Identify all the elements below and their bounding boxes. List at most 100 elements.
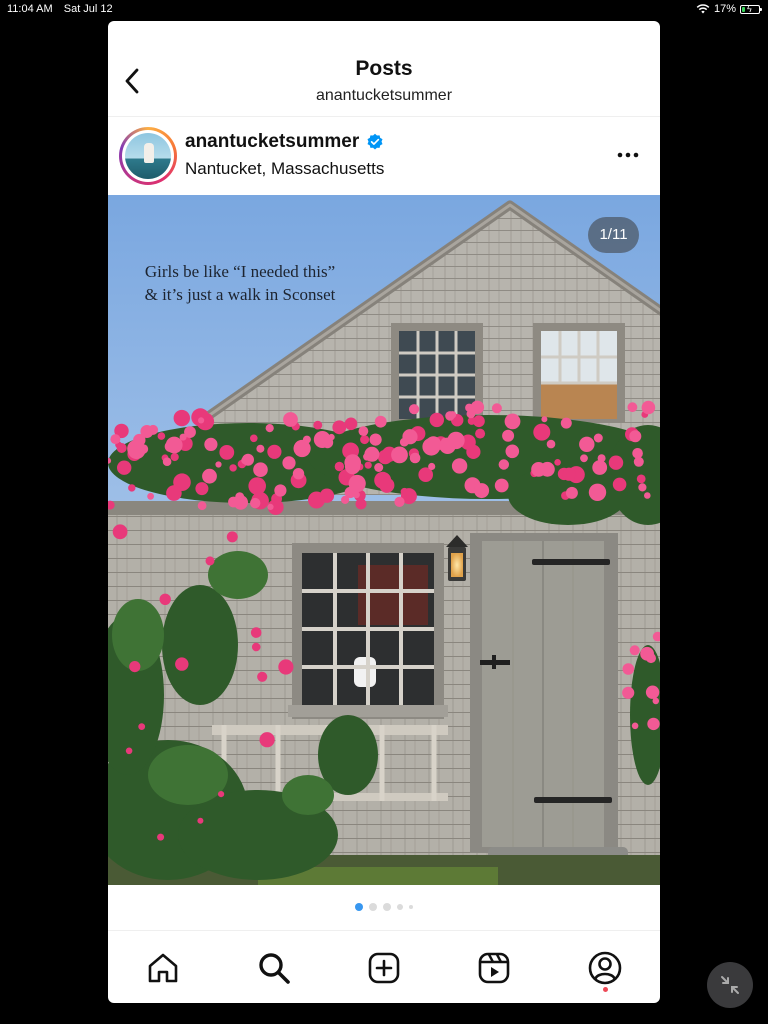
- rose-blossom: [251, 642, 261, 652]
- post-image[interactable]: Girls be like “I needed this” & it’s jus…: [108, 195, 660, 885]
- post-location[interactable]: Nantucket, Massachusetts: [185, 159, 384, 179]
- rose-blossom: [184, 426, 196, 438]
- tab-reels[interactable]: [474, 948, 514, 988]
- rose-blossom: [612, 477, 627, 492]
- rose-blossom: [562, 467, 576, 481]
- rose-blossom: [112, 524, 128, 540]
- nav-header: Posts anantucketsummer: [108, 21, 660, 117]
- rose-blossom: [170, 452, 179, 462]
- cottage-photo: Girls be like “I needed this” & it’s jus…: [108, 195, 660, 885]
- rose-blossom: [197, 501, 207, 511]
- rose-blossom: [588, 483, 607, 501]
- rose-blossom: [638, 483, 647, 492]
- rose-blossom: [228, 496, 239, 508]
- rose-blossom: [191, 408, 210, 427]
- caption-line-2: & it’s just a walk in Sconset: [145, 285, 336, 304]
- rose-blossom: [195, 482, 209, 496]
- tab-profile[interactable]: [585, 948, 625, 992]
- carousel-counter: 1/11: [588, 217, 639, 253]
- notification-dot: [602, 986, 608, 992]
- rose-blossom: [257, 671, 268, 682]
- rose-blossom: [593, 433, 603, 443]
- rose-blossom: [504, 413, 521, 430]
- rose-blossom: [629, 645, 640, 656]
- post-header: anantucketsummer Nantucket, Massachusett…: [108, 117, 660, 194]
- wifi-icon: [696, 4, 710, 14]
- rose-blossom: [554, 459, 561, 466]
- rose-blossom: [374, 463, 384, 472]
- rose-blossom: [565, 486, 578, 499]
- rose-blossom: [429, 412, 444, 428]
- status-bar: 11:04 AM Sat Jul 12 17% ϟ: [0, 0, 768, 18]
- rose-blossom: [636, 474, 646, 484]
- rose-blossom: [629, 430, 642, 443]
- rose-blossom: [379, 477, 395, 493]
- minimize-button[interactable]: [707, 962, 753, 1008]
- rose-blossom: [579, 436, 595, 452]
- rose-blossom: [445, 411, 455, 421]
- rose-blossom: [451, 458, 468, 474]
- rose-blossom: [282, 456, 296, 470]
- rose-blossom: [360, 435, 370, 445]
- rose-blossom: [358, 426, 369, 436]
- rose-blossom: [546, 439, 556, 449]
- rose-blossom: [394, 496, 405, 507]
- minimize-arrows-icon: [721, 976, 739, 994]
- rose-blossom: [319, 488, 335, 503]
- tab-search[interactable]: [254, 948, 294, 988]
- rose-blossom: [344, 458, 361, 475]
- rose-blossom: [226, 531, 238, 543]
- rose-blossom: [116, 443, 127, 453]
- rose-blossom: [250, 627, 262, 638]
- post-username[interactable]: anantucketsummer: [185, 131, 359, 153]
- rose-blossom: [259, 732, 275, 748]
- rose-blossom: [219, 445, 235, 460]
- rose-blossom: [147, 492, 154, 500]
- instagram-post-view: Posts anantucketsummer anantucketsummer …: [108, 21, 660, 1003]
- tab-home[interactable]: [143, 948, 183, 988]
- rose-blossom: [592, 460, 608, 475]
- carousel-dot: [397, 904, 403, 910]
- carousel-dots: [108, 902, 660, 912]
- rose-blossom: [204, 437, 218, 451]
- status-time: 11:04 AM: [7, 3, 53, 15]
- rose-blossom: [110, 434, 121, 445]
- rose-blossom: [494, 478, 509, 493]
- rose-blossom: [502, 429, 515, 442]
- rose-blossom: [313, 420, 323, 430]
- rose-blossom: [159, 593, 171, 605]
- rose-blossom: [283, 412, 298, 427]
- rose-blossom: [256, 444, 265, 453]
- rose-blossom: [622, 663, 635, 675]
- rose-blossom: [229, 464, 237, 472]
- rose-blossom: [202, 468, 217, 484]
- rose-blossom: [645, 685, 660, 699]
- rose-blossom: [348, 474, 366, 493]
- caption-line-1: Girls be like “I needed this”: [145, 262, 335, 281]
- rose-blossom: [622, 686, 635, 699]
- rose-blossom: [332, 420, 347, 435]
- rose-blossom: [409, 452, 421, 464]
- rose-blossom: [399, 437, 409, 447]
- rose-blossom: [253, 462, 268, 478]
- rose-blossom: [166, 485, 182, 501]
- rose-blossom: [355, 498, 367, 510]
- rose-blossom: [647, 717, 660, 731]
- rose-blossom: [267, 444, 282, 459]
- avatar[interactable]: [119, 127, 177, 185]
- verified-badge-icon: [367, 133, 383, 150]
- rose-blossom: [218, 791, 225, 798]
- rose-blossom: [274, 484, 287, 497]
- rose-blossom: [409, 404, 420, 415]
- rose-blossom: [498, 459, 509, 470]
- tab-create[interactable]: [364, 948, 404, 988]
- rose-blossom: [633, 456, 644, 467]
- rose-blossom: [267, 503, 274, 510]
- rose-blossom: [248, 477, 266, 495]
- rose-blossom: [138, 723, 146, 730]
- rose-blossom: [344, 417, 358, 431]
- more-horizontal-icon[interactable]: [616, 147, 640, 163]
- page-title: Posts: [355, 57, 413, 80]
- rose-blossom: [125, 747, 133, 755]
- rose-blossom: [205, 556, 215, 566]
